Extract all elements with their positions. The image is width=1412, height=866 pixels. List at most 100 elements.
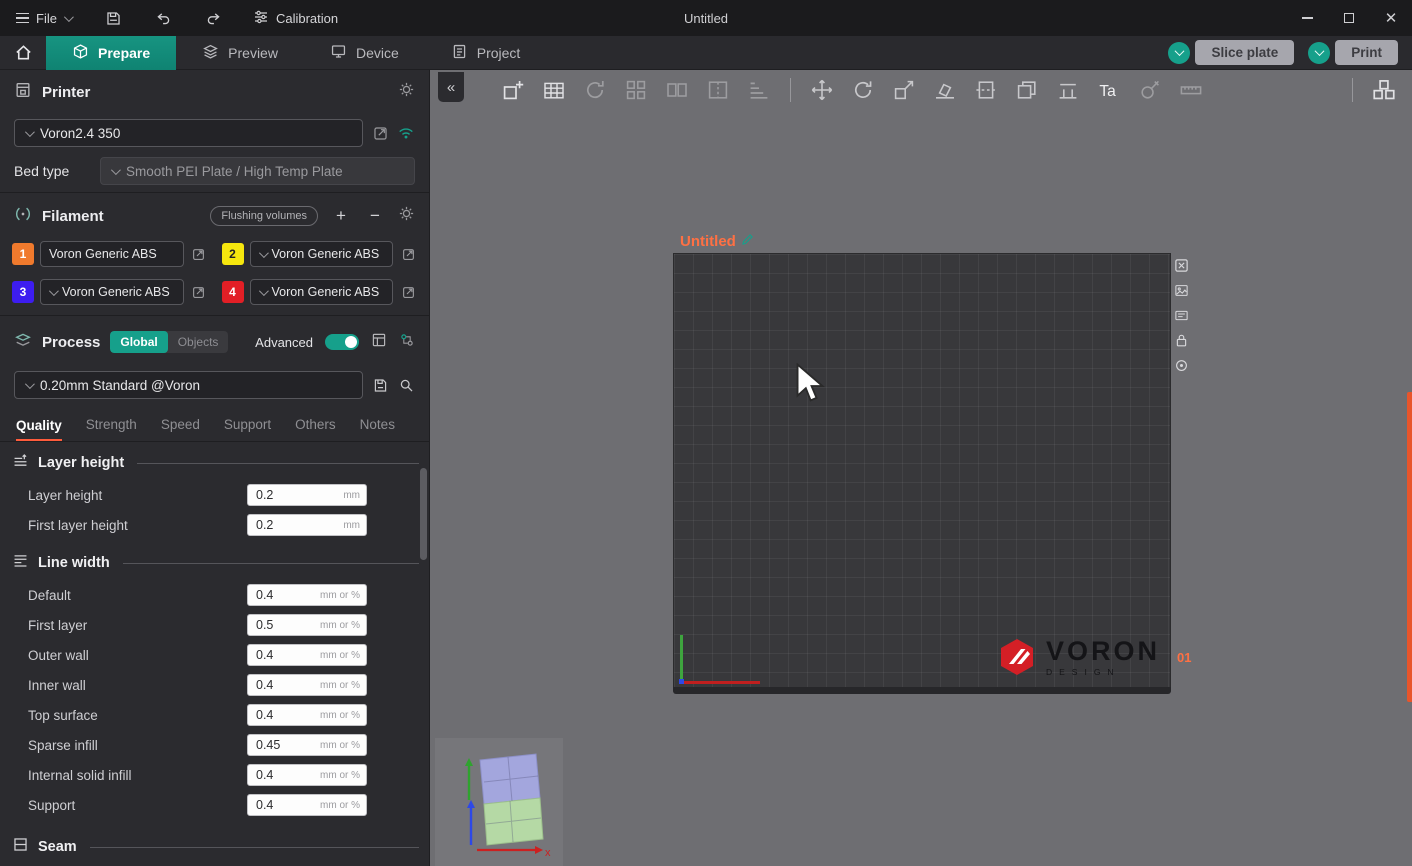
slice-options-dropdown[interactable] <box>1168 42 1190 64</box>
chevron-down-icon <box>258 286 268 296</box>
split-to-parts-icon[interactable] <box>704 76 732 104</box>
line-width-internal-solid-infill-input[interactable]: 0.4 mm or % <box>247 764 367 786</box>
filament-section-title: Filament <box>42 208 104 225</box>
auto-orient-icon[interactable] <box>581 76 609 104</box>
layer-height-input[interactable]: 0.2 mm <box>247 484 367 506</box>
filament-select-2[interactable]: Voron Generic ABS <box>250 241 394 267</box>
first-layer-height-input[interactable]: 0.2 mm <box>247 514 367 536</box>
seam-paint-icon[interactable] <box>1136 76 1164 104</box>
line-width-top-surface-input[interactable]: 0.4 mm or % <box>247 704 367 726</box>
process-preset-select[interactable]: 0.20mm Standard @Voron <box>14 371 363 399</box>
maximize-button[interactable] <box>1328 0 1370 36</box>
variable-layer-height-icon[interactable] <box>745 76 773 104</box>
filament-select-4[interactable]: Voron Generic ABS <box>250 279 394 305</box>
file-menu-label: File <box>36 11 57 26</box>
minimize-button[interactable] <box>1286 0 1328 36</box>
scope-global-button[interactable]: Global <box>110 331 167 353</box>
edit-filament-icon[interactable] <box>190 283 208 301</box>
arrange-icon[interactable] <box>622 76 650 104</box>
print-button[interactable]: Print <box>1335 40 1398 65</box>
add-filament-button[interactable]: + <box>330 205 352 227</box>
line-width-default-input[interactable]: 0.4 mm or % <box>247 584 367 606</box>
tab-strength[interactable]: Strength <box>86 417 137 441</box>
filament-select-1[interactable]: Voron Generic ABS <box>40 241 184 267</box>
sidebar-collapse-button[interactable]: « <box>438 72 464 102</box>
move-icon[interactable] <box>808 76 836 104</box>
slice-plate-button[interactable]: Slice plate <box>1195 40 1294 65</box>
filament-color-badge[interactable]: 2 <box>222 243 244 265</box>
undo-icon[interactable] <box>149 5 179 31</box>
close-button[interactable]: ✕ <box>1370 0 1412 36</box>
home-button[interactable] <box>0 36 46 70</box>
tab-project[interactable]: Project <box>425 36 547 70</box>
close-plate-icon[interactable] <box>1172 256 1191 275</box>
save-icon[interactable] <box>99 5 129 31</box>
assembly-view-icon[interactable] <box>1370 76 1398 104</box>
printer-settings-gear-icon[interactable] <box>398 81 415 103</box>
process-compare-icon[interactable] <box>399 332 415 353</box>
filament-color-badge[interactable]: 4 <box>222 281 244 303</box>
edit-plate-name-icon[interactable] <box>741 233 754 250</box>
printer-connection-icon[interactable] <box>397 124 415 142</box>
edit-filament-icon[interactable] <box>399 283 417 301</box>
clone-icon[interactable] <box>1013 76 1041 104</box>
support-paint-icon[interactable] <box>1054 76 1082 104</box>
parameter-table-icon[interactable] <box>371 332 387 353</box>
tab-others[interactable]: Others <box>295 417 336 441</box>
line-width-first-layer-input[interactable]: 0.5 mm or % <box>247 614 367 636</box>
save-preset-icon[interactable] <box>371 376 389 394</box>
process-section-header: Process Global Objects Advanced <box>0 318 429 366</box>
edit-filament-icon[interactable] <box>399 245 417 263</box>
redo-icon[interactable] <box>199 5 229 31</box>
remove-filament-button[interactable]: − <box>364 205 386 227</box>
filament-select-3[interactable]: Voron Generic ABS <box>40 279 184 305</box>
filament-settings-gear-icon[interactable] <box>398 205 415 227</box>
plate-name-icon[interactable] <box>1172 306 1191 325</box>
tab-quality[interactable]: Quality <box>16 418 62 442</box>
plate-marker-icon[interactable] <box>1172 356 1191 375</box>
scope-objects-button[interactable]: Objects <box>168 331 229 353</box>
z-axis-indicator <box>679 679 684 684</box>
search-icon[interactable] <box>397 376 415 394</box>
build-plate[interactable]: VORON DESIGN <box>673 253 1171 688</box>
measure-icon[interactable] <box>1177 76 1205 104</box>
viewport-3d[interactable]: « <box>431 70 1412 866</box>
file-menu[interactable]: File <box>8 7 79 30</box>
plate-name-label[interactable]: Untitled <box>680 233 754 250</box>
cut-icon[interactable] <box>972 76 1000 104</box>
printer-select[interactable]: Voron2.4 350 <box>14 119 363 147</box>
filament-color-badge[interactable]: 1 <box>12 243 34 265</box>
sidebar-scrollbar[interactable] <box>420 468 427 560</box>
lay-on-face-icon[interactable] <box>931 76 959 104</box>
line-width-inner-wall-input[interactable]: 0.4 mm or % <box>247 674 367 696</box>
filament-color-badge[interactable]: 3 <box>12 281 34 303</box>
tab-prepare[interactable]: Prepare <box>46 36 176 70</box>
process-scope-toggle: Global Objects <box>110 331 228 353</box>
text-tool-icon[interactable]: Ta <box>1095 76 1123 104</box>
add-object-icon[interactable] <box>499 76 527 104</box>
tab-preview[interactable]: Preview <box>176 36 304 70</box>
edit-printer-preset-icon[interactable] <box>371 124 389 142</box>
scale-icon[interactable] <box>890 76 918 104</box>
tab-device[interactable]: Device <box>304 36 425 70</box>
edit-filament-icon[interactable] <box>190 245 208 263</box>
calibration-button[interactable]: Calibration <box>253 9 338 28</box>
line-width-sparse-infill-input[interactable]: 0.45 mm or % <box>247 734 367 756</box>
tab-speed[interactable]: Speed <box>161 417 200 441</box>
rotate-icon[interactable] <box>849 76 877 104</box>
tab-support[interactable]: Support <box>224 417 271 441</box>
advanced-toggle[interactable] <box>325 334 359 350</box>
line-width-outer-wall-input[interactable]: 0.4 mm or % <box>247 644 367 666</box>
bed-type-select[interactable]: Smooth PEI Plate / High Temp Plate <box>100 157 415 185</box>
flushing-volumes-button[interactable]: Flushing volumes <box>210 206 318 226</box>
print-options-dropdown[interactable] <box>1308 42 1330 64</box>
plate-settings-icon[interactable] <box>1172 281 1191 300</box>
add-plate-icon[interactable] <box>540 76 568 104</box>
setting-label: Layer height <box>28 488 102 503</box>
filament-name: Voron Generic ABS <box>272 247 380 261</box>
tab-notes[interactable]: Notes <box>360 417 395 441</box>
object-thumbnail[interactable]: x <box>435 738 563 866</box>
lock-plate-icon[interactable] <box>1172 331 1191 350</box>
split-to-objects-icon[interactable] <box>663 76 691 104</box>
line-width-support-input[interactable]: 0.4 mm or % <box>247 794 367 816</box>
